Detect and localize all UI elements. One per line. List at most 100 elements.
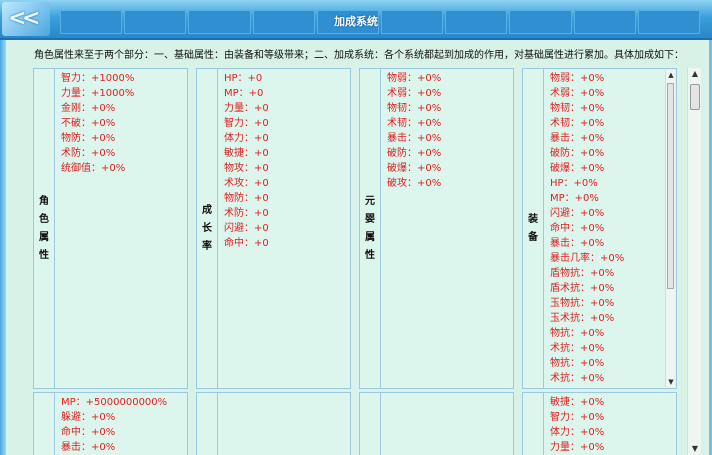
stat-item: 破防：+0% (387, 148, 442, 159)
bonus-grid: 角色属性 智力：+1000% 力量：+1000% 金刚：+0% 不破：+0% 物防：+0… (33, 68, 683, 455)
stat-item: MP：+5000000000% (61, 397, 168, 408)
stat-item: 命中：+0% (61, 427, 116, 438)
panel-label-char: 性 (365, 249, 375, 261)
stat-item: 暴击：+0% (387, 133, 442, 144)
stat-item: 不破：+0% (61, 118, 116, 129)
stat-item: 术弱：+0% (550, 88, 605, 99)
stat-item: 智力：+1000% (61, 73, 135, 84)
panel-lower-1: MP：+5000000000% 躲避：+0% 命中：+0% 暴击：+0% (33, 392, 188, 455)
stat-item: 盾物抗：+0% (550, 268, 615, 279)
stat-list: HP：+0 MP：+0 力量：+0 智力：+0 体力：+0 敏捷：+0 物攻：+0 术攻：+0… (224, 71, 346, 251)
page-scroll-down-arrow-icon[interactable]: ▼ (688, 443, 702, 455)
panel-label-char: 成 (202, 204, 212, 216)
panel-scrollbar[interactable]: ▲ ▼ (665, 70, 675, 387)
panel-label-char: 率 (202, 240, 212, 252)
stat-item: 力量：+0% (550, 442, 605, 453)
panel-lower-3 (359, 392, 514, 455)
stat-list: 物弱：+0% 术弱：+0% 物韧：+0% 术韧：+0% 暴击：+0% 破防：+0% 破爆：+… (550, 71, 672, 386)
panel-label (34, 393, 55, 455)
stat-item: 物韧：+0% (550, 103, 605, 114)
panel-label: 元婴属性 (360, 69, 381, 388)
title-bar: < < 加成系统 (0, 0, 712, 40)
panel-label-char: 角 (39, 195, 49, 207)
stat-item: 术韧：+0% (387, 118, 442, 129)
stat-item: 破爆：+0% (387, 163, 442, 174)
window-frame-left (0, 0, 6, 455)
stat-item: 暴击：+0% (550, 133, 605, 144)
stat-item: 金刚：+0% (61, 103, 116, 114)
panel-label-char: 属 (365, 231, 375, 243)
stat-item: 术弱：+0% (387, 88, 442, 99)
panel-label (360, 393, 381, 455)
stat-item: 命中：+0% (550, 223, 605, 234)
panel-label-char: 长 (202, 222, 212, 234)
stat-item: 闪避：+0 (224, 223, 269, 234)
stat-item: 术抗：+0% (550, 373, 605, 384)
stat-list: 敏捷：+0% 智力：+0% 体力：+0% 力量：+0% (550, 395, 672, 455)
stat-item: 智力：+0% (550, 412, 605, 423)
page-scrollbar[interactable]: ▲ ▼ (687, 68, 701, 455)
stat-item: 暴击：+0% (61, 442, 116, 453)
stat-item: 术防：+0% (61, 148, 116, 159)
panel-label: 角色属性 (34, 69, 55, 388)
stat-item: 统御值：+0% (61, 163, 126, 174)
panel-label-char: 元 (365, 195, 375, 207)
panel-lower-4: 敏捷：+0% 智力：+0% 体力：+0% 力量：+0% (522, 392, 677, 455)
stat-item: MP：+0% (550, 193, 599, 204)
panel-label-char: 属 (39, 231, 49, 243)
stat-item: 物韧：+0% (387, 103, 442, 114)
stat-item: 暴击：+0% (550, 238, 605, 249)
panel-label-char: 性 (39, 249, 49, 261)
stat-item: 物弱：+0% (387, 73, 442, 84)
window-title: 加成系统 (334, 15, 378, 28)
stat-item: 破攻：+0% (387, 178, 442, 189)
panel-label (197, 393, 218, 455)
stat-item: 闪避：+0% (550, 208, 605, 219)
stat-item: 体力：+0 (224, 133, 269, 144)
page-scroll-up-arrow-icon[interactable]: ▲ (688, 68, 702, 80)
stat-item: 躲避：+0% (61, 412, 116, 423)
stat-item: 物防：+0 (224, 193, 269, 204)
stat-item: HP：+0 (224, 73, 263, 84)
panel-label: 装备 (523, 69, 544, 388)
panel-label-char: 备 (528, 231, 538, 243)
scroll-up-arrow-icon[interactable]: ▲ (666, 70, 676, 80)
stat-item: 敏捷：+0 (224, 148, 269, 159)
panel-yuanying-attributes: 元婴属性 物弱：+0% 术弱：+0% 物韧：+0% 术韧：+0% 暴击：+0% 破防：+0… (359, 68, 514, 389)
stat-item: 术抗：+0% (550, 343, 605, 354)
stat-item: 物攻：+0 (224, 163, 269, 174)
stat-list: MP：+5000000000% 躲避：+0% 命中：+0% 暴击：+0% (61, 395, 183, 455)
stat-item: 物防：+0% (61, 133, 116, 144)
stat-item: 破爆：+0% (550, 163, 605, 174)
stat-item: 术防：+0 (224, 208, 269, 219)
stat-item: 玉术抗：+0% (550, 313, 615, 324)
stat-item: 术韧：+0% (550, 118, 605, 129)
stat-item: 物抗：+0% (550, 328, 605, 339)
stat-item: 敏捷：+0% (550, 397, 605, 408)
stat-item: 破防：+0% (550, 148, 605, 159)
stat-item: 体力：+0% (550, 427, 605, 438)
panel-lower-2 (196, 392, 351, 455)
panel-label-char: 色 (39, 213, 49, 225)
stat-item: 力量：+1000% (61, 88, 135, 99)
panel-growth-rate: 成长率 HP：+0 MP：+0 力量：+0 智力：+0 体力：+0 敏捷：+0 物攻：+0 术… (196, 68, 351, 389)
panel-label-char: 装 (528, 213, 538, 225)
stat-item: 命中：+0 (224, 238, 269, 249)
stat-item: 盾术抗：+0% (550, 283, 615, 294)
stat-list: 物弱：+0% 术弱：+0% 物韧：+0% 术韧：+0% 暴击：+0% 破防：+0% 破爆：+… (387, 71, 509, 191)
stat-list: 智力：+1000% 力量：+1000% 金刚：+0% 不破：+0% 物防：+0% 术防：+… (61, 71, 183, 176)
panel-character-attributes: 角色属性 智力：+1000% 力量：+1000% 金刚：+0% 不破：+0% 物防：+0… (33, 68, 188, 389)
stat-item: 暴击几率：+0% (550, 253, 625, 264)
panel-label: 成长率 (197, 69, 218, 388)
stat-item: 物抗：+0% (550, 358, 605, 369)
scroll-down-arrow-icon[interactable]: ▼ (666, 377, 676, 387)
stat-item: 力量：+0 (224, 103, 269, 114)
page-scroll-thumb[interactable] (690, 84, 700, 110)
stat-item: HP：+0% (550, 178, 598, 189)
panel-label-char: 婴 (365, 213, 375, 225)
stat-item: 玉物抗：+0% (550, 298, 615, 309)
stat-item: MP：+0 (224, 88, 264, 99)
scroll-thumb[interactable] (667, 83, 674, 289)
stat-item: 术攻：+0 (224, 178, 269, 189)
stat-item: 智力：+0 (224, 118, 269, 129)
